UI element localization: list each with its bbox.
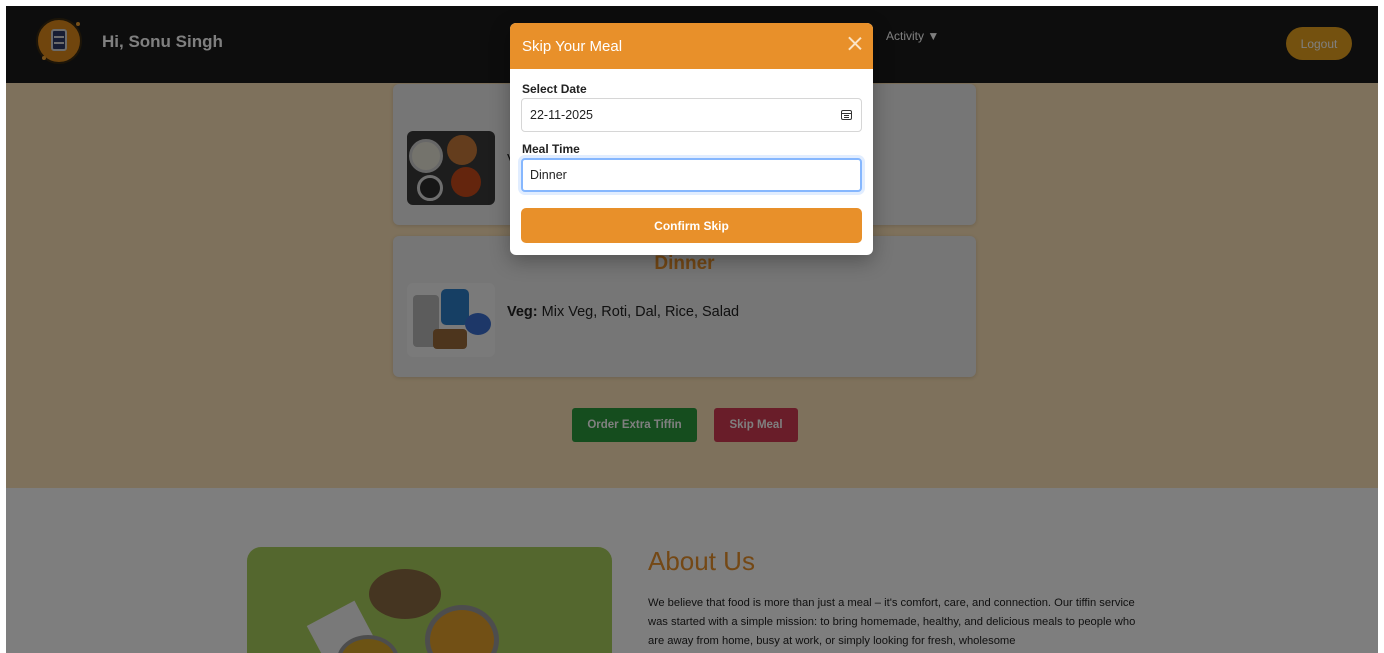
app-frame: Hi, Sonu Singh Activity ▼ Logout V Dinne… [6, 6, 1378, 653]
select-date-label: Select Date [522, 82, 587, 96]
modal-title: Skip Your Meal [522, 38, 623, 55]
meal-time-field[interactable]: Dinner [521, 158, 862, 192]
date-input[interactable]: 22-11-2025 [521, 98, 862, 132]
close-icon[interactable] [847, 35, 863, 51]
meal-time-label: Meal Time [522, 142, 580, 156]
confirm-skip-button[interactable]: Confirm Skip [521, 208, 862, 243]
calendar-icon[interactable] [841, 110, 852, 120]
modal-header: Skip Your Meal [510, 23, 873, 69]
date-value: 22-11-2025 [530, 108, 594, 122]
skip-meal-modal: Skip Your Meal Select Date 22-11-2025 Me… [510, 23, 873, 255]
meal-time-value: Dinner [530, 168, 567, 182]
